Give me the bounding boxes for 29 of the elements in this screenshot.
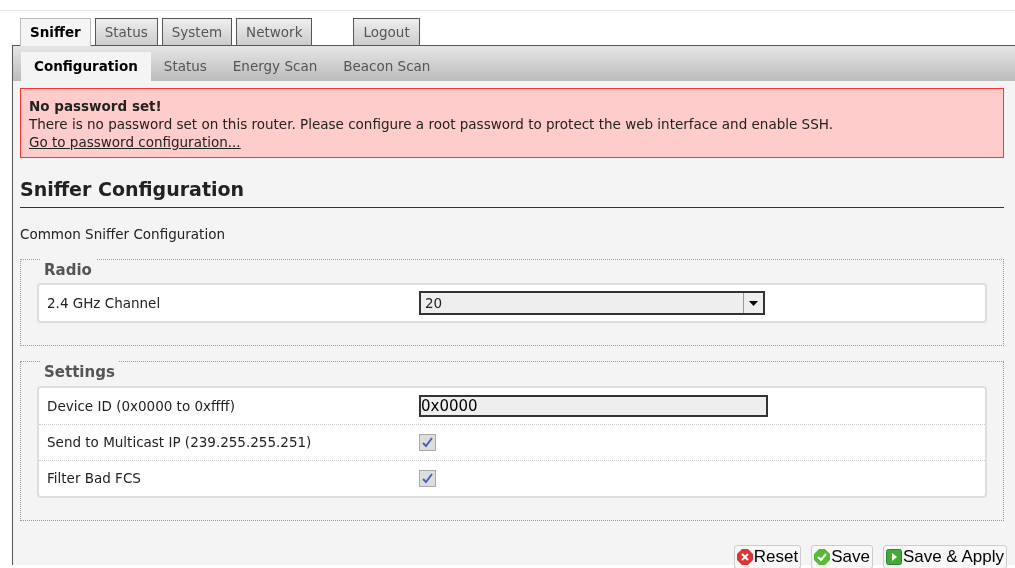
- checkbox[interactable]: [419, 433, 436, 451]
- nav-tab[interactable]: Sniffer: [20, 18, 91, 46]
- sub-tab[interactable]: Energy Scan: [219, 52, 331, 81]
- nav-tab[interactable]: Network: [236, 18, 313, 45]
- checkbox[interactable]: [419, 469, 436, 487]
- play-square-icon: [885, 548, 902, 565]
- text-field[interactable]: 0x0000: [419, 394, 768, 417]
- reset-button[interactable]: Reset: [733, 544, 802, 568]
- x-octagon-icon: [736, 548, 753, 565]
- field-label: 2.4 GHz Channel: [47, 294, 162, 314]
- field-label: Filter Bad FCS: [47, 469, 142, 489]
- sub-tab[interactable]: Status: [150, 52, 220, 81]
- save-button[interactable]: Save: [811, 544, 873, 568]
- alert-title: No password set!: [29, 97, 163, 115]
- alert-message: There is no password set on this router. Please configure a root password to protect the web interface and enable SSH.: [29, 115, 834, 133]
- channel-select[interactable]: 20: [419, 291, 765, 316]
- sub-tab[interactable]: Configuration: [21, 52, 151, 81]
- page-heading: Sniffer Configuration: [20, 175, 1004, 208]
- nav-tab[interactable]: Logout: [353, 18, 420, 45]
- section-description: Common Sniffer Configuration: [20, 224, 226, 244]
- nav-tab[interactable]: Status: [94, 18, 158, 45]
- check-octagon-icon: [814, 548, 831, 565]
- sub-tab[interactable]: Beacon Scan: [330, 52, 444, 81]
- apply-button[interactable]: Save & Apply: [882, 544, 1007, 568]
- field-label: Send to Multicast IP (239.255.255.251): [47, 433, 313, 453]
- field-label: Device ID (0x0000 to 0xffff): [47, 396, 236, 416]
- nav-tab[interactable]: System: [161, 18, 233, 45]
- password-config-link[interactable]: Go to password configuration...: [29, 134, 241, 150]
- dropdown-arrow-icon: [749, 300, 758, 306]
